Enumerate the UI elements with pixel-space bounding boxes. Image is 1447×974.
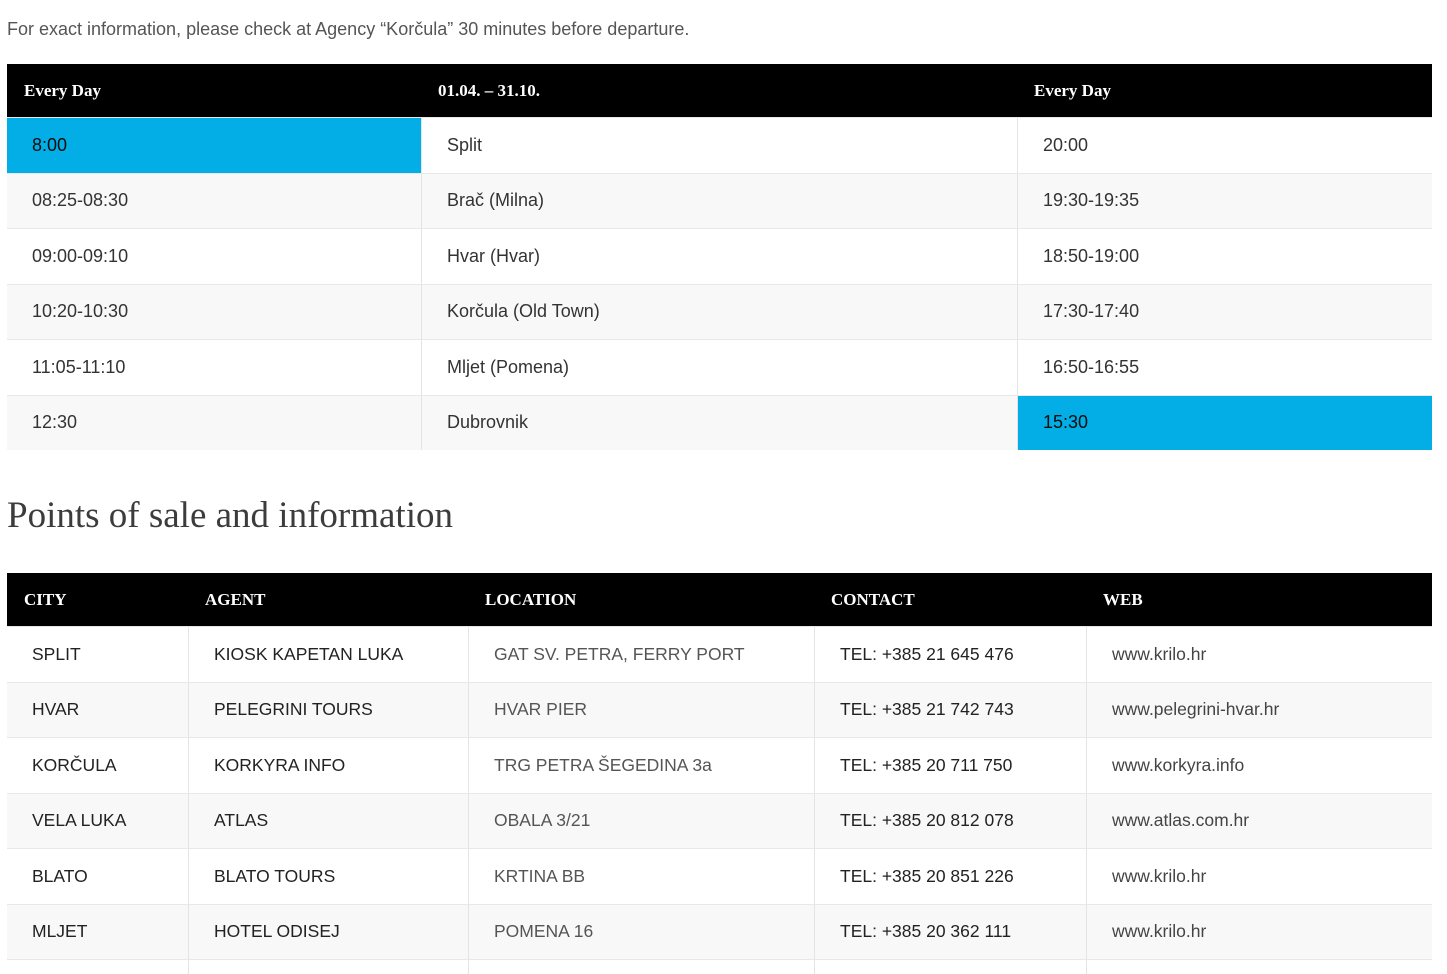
return-time: 18:50-19:00 bbox=[1017, 229, 1432, 284]
column-header-return: Every Day bbox=[1034, 80, 1111, 100]
table-row: 10:20-10:30 Korčula (Old Town) 17:30-17:… bbox=[7, 283, 1432, 339]
contact-cell: TEL: +385 20 711 750 bbox=[814, 738, 1086, 793]
agent-cell: KIOSK KAPETAN LUKA bbox=[188, 627, 468, 682]
city-cell: BLATO bbox=[32, 865, 88, 886]
departure-time: 08:25-08:30 bbox=[32, 190, 129, 211]
timetable: Every Day 01.04. – 31.10. Every Day 8:00… bbox=[7, 64, 1432, 450]
location-cell: GAT SV. PETRA, FERRY PORT bbox=[468, 627, 814, 682]
agent-cell: ATLAS bbox=[188, 793, 468, 848]
table-row-partial bbox=[7, 959, 1432, 974]
points-of-sale-table: CITY AGENT LOCATION CONTACT WEB SPLIT KI… bbox=[7, 573, 1432, 974]
agent-cell bbox=[188, 960, 468, 974]
return-time: 16:50-16:55 bbox=[1017, 340, 1432, 395]
web-cell: www.atlas.com.hr bbox=[1086, 793, 1432, 848]
table-row: 08:25-08:30 Brač (Milna) 19:30-19:35 bbox=[7, 172, 1432, 228]
timetable-header: Every Day 01.04. – 31.10. Every Day bbox=[7, 64, 1432, 117]
web-cell: www.krilo.hr bbox=[1086, 904, 1432, 959]
column-header-contact: CONTACT bbox=[831, 589, 915, 609]
column-header-period: 01.04. – 31.10. bbox=[438, 80, 540, 100]
location-cell bbox=[468, 960, 814, 974]
table-row: 11:05-11:10 Mljet (Pomena) 16:50-16:55 bbox=[7, 339, 1432, 395]
departure-time: 12:30 bbox=[32, 412, 78, 433]
port-name: Korčula (Old Town) bbox=[421, 284, 1017, 339]
contact-cell: TEL: +385 21 645 476 bbox=[814, 627, 1086, 682]
city-cell: KORČULA bbox=[32, 754, 117, 775]
table-row: SPLIT KIOSK KAPETAN LUKA GAT SV. PETRA, … bbox=[7, 626, 1432, 682]
agent-cell: HOTEL ODISEJ bbox=[188, 904, 468, 959]
city-cell: SPLIT bbox=[32, 643, 81, 664]
table-row: HVAR PELEGRINI TOURS HVAR PIER TEL: +385… bbox=[7, 681, 1432, 737]
table-row: 09:00-09:10 Hvar (Hvar) 18:50-19:00 bbox=[7, 228, 1432, 284]
city-cell: MLJET bbox=[32, 921, 88, 942]
departure-time: 8:00 bbox=[7, 118, 421, 173]
web-cell: www.korkyra.info bbox=[1086, 738, 1432, 793]
column-header-city: CITY bbox=[24, 589, 67, 609]
departure-time: 11:05-11:10 bbox=[32, 356, 126, 377]
section-title: Points of sale and information bbox=[7, 495, 453, 536]
table-row: VELA LUKA ATLAS OBALA 3/21 TEL: +385 20 … bbox=[7, 792, 1432, 848]
location-cell: TRG PETRA ŠEGEDINA 3a bbox=[468, 738, 814, 793]
departure-time: 09:00-09:10 bbox=[32, 245, 129, 266]
column-header-departure: Every Day bbox=[24, 80, 101, 100]
city-cell: VELA LUKA bbox=[32, 810, 127, 831]
table-row: BLATO BLATO TOURS KRTINA BB TEL: +385 20… bbox=[7, 848, 1432, 904]
table-row: MLJET HOTEL ODISEJ POMENA 16 TEL: +385 2… bbox=[7, 903, 1432, 959]
contact-cell: TEL: +385 20 362 111 bbox=[814, 904, 1086, 959]
port-name: Mljet (Pomena) bbox=[421, 340, 1017, 395]
points-of-sale-header: CITY AGENT LOCATION CONTACT WEB bbox=[7, 573, 1432, 626]
location-cell: POMENA 16 bbox=[468, 904, 814, 959]
table-row: 8:00 Split 20:00 bbox=[7, 117, 1432, 173]
agent-cell: BLATO TOURS bbox=[188, 849, 468, 904]
web-cell: www.krilo.hr bbox=[1086, 849, 1432, 904]
port-name: Split bbox=[421, 118, 1017, 173]
port-name: Hvar (Hvar) bbox=[421, 229, 1017, 284]
return-time: 19:30-19:35 bbox=[1017, 173, 1432, 228]
city-cell: HVAR bbox=[32, 699, 80, 720]
web-cell: www.pelegrini-hvar.hr bbox=[1086, 682, 1432, 737]
port-name: Brač (Milna) bbox=[421, 173, 1017, 228]
web-cell bbox=[1086, 960, 1432, 974]
port-name: Dubrovnik bbox=[421, 395, 1017, 450]
agent-cell: PELEGRINI TOURS bbox=[188, 682, 468, 737]
return-time: 17:30-17:40 bbox=[1017, 284, 1432, 339]
column-header-location: LOCATION bbox=[485, 589, 577, 609]
contact-cell: TEL: +385 20 851 226 bbox=[814, 849, 1086, 904]
table-row: 12:30 Dubrovnik 15:30 bbox=[7, 394, 1432, 450]
column-header-agent: AGENT bbox=[205, 589, 266, 609]
location-cell: HVAR PIER bbox=[468, 682, 814, 737]
web-cell: www.krilo.hr bbox=[1086, 627, 1432, 682]
contact-cell: TEL: +385 20 812 078 bbox=[814, 793, 1086, 848]
table-row: KORČULA KORKYRA INFO TRG PETRA ŠEGEDINA … bbox=[7, 737, 1432, 793]
departure-time: 10:20-10:30 bbox=[32, 301, 129, 322]
column-header-web: WEB bbox=[1103, 589, 1143, 609]
agent-cell: KORKYRA INFO bbox=[188, 738, 468, 793]
location-cell: OBALA 3/21 bbox=[468, 793, 814, 848]
return-time: 15:30 bbox=[1017, 395, 1432, 450]
city-cell bbox=[7, 960, 188, 974]
return-time: 20:00 bbox=[1017, 118, 1432, 173]
contact-cell: TEL: +385 21 742 743 bbox=[814, 682, 1086, 737]
contact-cell bbox=[814, 960, 1086, 974]
location-cell: KRTINA BB bbox=[468, 849, 814, 904]
departure-notice: For exact information, please check at A… bbox=[7, 19, 690, 39]
